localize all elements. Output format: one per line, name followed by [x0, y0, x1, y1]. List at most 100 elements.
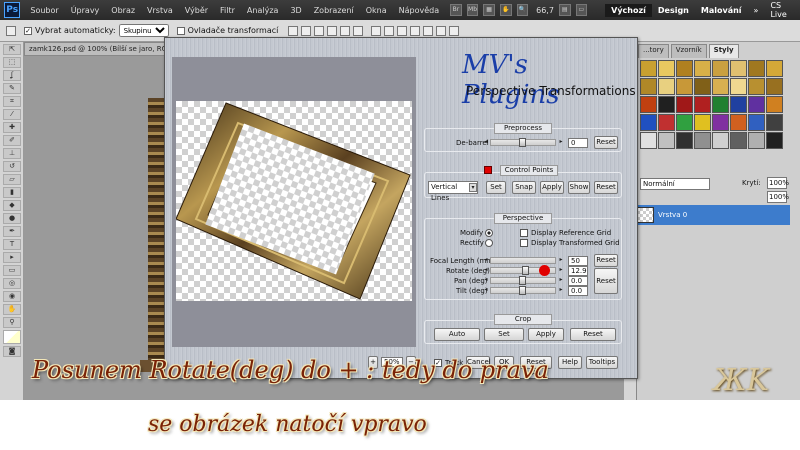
tilt-value[interactable]: 0.0 [568, 286, 588, 296]
focal-length-value[interactable]: 50 [568, 256, 588, 266]
crop-apply-button[interactable]: Apply [528, 328, 564, 341]
focal-reset-button[interactable]: Reset [594, 254, 618, 267]
workspace-essentials[interactable]: Výchozí [605, 3, 652, 17]
debarrel-knob[interactable] [519, 138, 526, 147]
style-swatch[interactable] [766, 96, 783, 113]
style-swatch[interactable] [694, 96, 711, 113]
pan-knob[interactable] [519, 276, 526, 285]
menu-help[interactable]: Nápověda [393, 6, 446, 15]
layer-row[interactable]: Vrstva 0 [628, 205, 790, 225]
menu-filter[interactable]: Filtr [214, 6, 241, 15]
style-swatch[interactable] [748, 96, 765, 113]
mode-dropdown-chevron-icon[interactable]: ▾ [469, 183, 477, 192]
quick-select-tool-icon[interactable]: ✎ [3, 83, 21, 94]
dodge-tool-icon[interactable]: ● [3, 213, 21, 224]
align-top-icon[interactable] [288, 25, 299, 36]
tilt-knob[interactable] [519, 286, 526, 295]
auto-align-icon[interactable] [449, 25, 460, 36]
menu-view[interactable]: Zobrazení [308, 6, 360, 15]
control-points-reset-button[interactable]: Reset [594, 181, 618, 194]
align-middle-icon[interactable] [301, 25, 312, 36]
style-swatch[interactable] [730, 78, 747, 95]
control-points-apply-button[interactable]: Apply [540, 181, 564, 194]
crop-reset-button[interactable]: Reset [570, 328, 616, 341]
tilt-increase-icon[interactable]: ▸ [557, 286, 565, 295]
eyedropper-tool-icon[interactable]: ⁄ [3, 109, 21, 120]
style-swatch[interactable] [730, 114, 747, 131]
focal-length-slider[interactable] [490, 257, 556, 264]
clone-stamp-tool-icon[interactable]: ⊥ [3, 148, 21, 159]
focal-increase-icon[interactable]: ▸ [557, 256, 565, 265]
menu-edit[interactable]: Úpravy [65, 6, 106, 15]
screen-mode-icon[interactable]: ▭ [575, 4, 588, 16]
modify-radio[interactable] [485, 229, 493, 237]
control-points-snap-button[interactable]: Snap [512, 181, 536, 194]
tab-history[interactable]: ...tory [638, 44, 669, 58]
style-swatch[interactable] [766, 60, 783, 77]
pan-decrease-icon[interactable]: ◂ [482, 276, 490, 285]
workspace-painting[interactable]: Malování [695, 4, 748, 17]
rotate-value[interactable]: 12.9 [568, 266, 588, 276]
opacity-input[interactable]: 100% [767, 177, 789, 189]
workspace-design[interactable]: Design [652, 4, 695, 17]
style-swatch[interactable] [658, 60, 675, 77]
shape-tool-icon[interactable]: ▭ [3, 265, 21, 276]
fill-input[interactable]: 100% [767, 191, 789, 203]
auto-select-checkbox[interactable]: ✓ [24, 26, 32, 35]
focal-decrease-icon[interactable]: ◂ [482, 256, 490, 265]
move-tool-preset-icon[interactable] [6, 25, 16, 36]
blur-tool-icon[interactable]: ◆ [3, 200, 21, 211]
style-swatch[interactable] [712, 132, 729, 149]
style-swatch[interactable] [676, 78, 693, 95]
align-bottom-icon[interactable] [314, 25, 325, 36]
tab-styles[interactable]: Styly [708, 44, 739, 58]
tab-swatches[interactable]: Vzorník [670, 44, 707, 58]
style-swatch[interactable] [748, 114, 765, 131]
color-swatches-icon[interactable] [3, 330, 21, 344]
style-swatch[interactable] [676, 114, 693, 131]
control-point-color-icon[interactable] [484, 166, 492, 174]
style-swatch[interactable] [730, 96, 747, 113]
transformed-grid-checkbox[interactable] [520, 239, 528, 247]
blend-mode-dropdown[interactable]: Normální [640, 178, 710, 190]
style-swatch[interactable] [712, 114, 729, 131]
style-swatch[interactable] [676, 96, 693, 113]
style-swatch[interactable] [766, 78, 783, 95]
align-center-icon[interactable] [340, 25, 351, 36]
distribute-right-icon[interactable] [436, 25, 447, 36]
menu-3d[interactable]: 3D [284, 6, 307, 15]
hand-icon[interactable]: ✋ [499, 4, 512, 16]
tilt-decrease-icon[interactable]: ◂ [482, 286, 490, 295]
history-brush-tool-icon[interactable]: ↺ [3, 161, 21, 172]
menu-analysis[interactable]: Analýza [241, 6, 285, 15]
distribute-center-icon[interactable] [423, 25, 434, 36]
menu-select[interactable]: Výběr [179, 6, 214, 15]
style-swatch[interactable] [712, 60, 729, 77]
control-points-set-button[interactable]: Set [486, 181, 506, 194]
pan-value[interactable]: 0.0 [568, 276, 588, 286]
pen-tool-icon[interactable]: ✒ [3, 226, 21, 237]
minibridge-icon[interactable]: Mb [466, 4, 479, 16]
style-swatch[interactable] [694, 60, 711, 77]
style-swatch[interactable] [694, 78, 711, 95]
style-swatch[interactable] [730, 132, 747, 149]
style-swatch[interactable] [766, 132, 783, 149]
style-swatch[interactable] [658, 78, 675, 95]
menu-file[interactable]: Soubor [24, 6, 64, 15]
align-right-icon[interactable] [353, 25, 364, 36]
rotate-decrease-icon[interactable]: ◂ [482, 266, 490, 275]
zoom-level[interactable]: 66,7 [536, 6, 554, 15]
distribute-top-icon[interactable] [371, 25, 382, 36]
rotate-knob[interactable] [522, 266, 529, 275]
lasso-tool-icon[interactable]: ʆ [3, 70, 21, 81]
rectify-radio[interactable] [485, 239, 493, 247]
distribute-left-icon[interactable] [410, 25, 421, 36]
pan-increase-icon[interactable]: ▸ [557, 276, 565, 285]
style-swatch[interactable] [640, 78, 657, 95]
style-swatch[interactable] [694, 132, 711, 149]
style-swatch[interactable] [658, 114, 675, 131]
style-swatch[interactable] [712, 96, 729, 113]
arrange-icon[interactable]: ▤ [558, 4, 571, 16]
marquee-tool-icon[interactable]: ⬚ [3, 57, 21, 68]
transform-controls-checkbox[interactable] [176, 26, 185, 35]
